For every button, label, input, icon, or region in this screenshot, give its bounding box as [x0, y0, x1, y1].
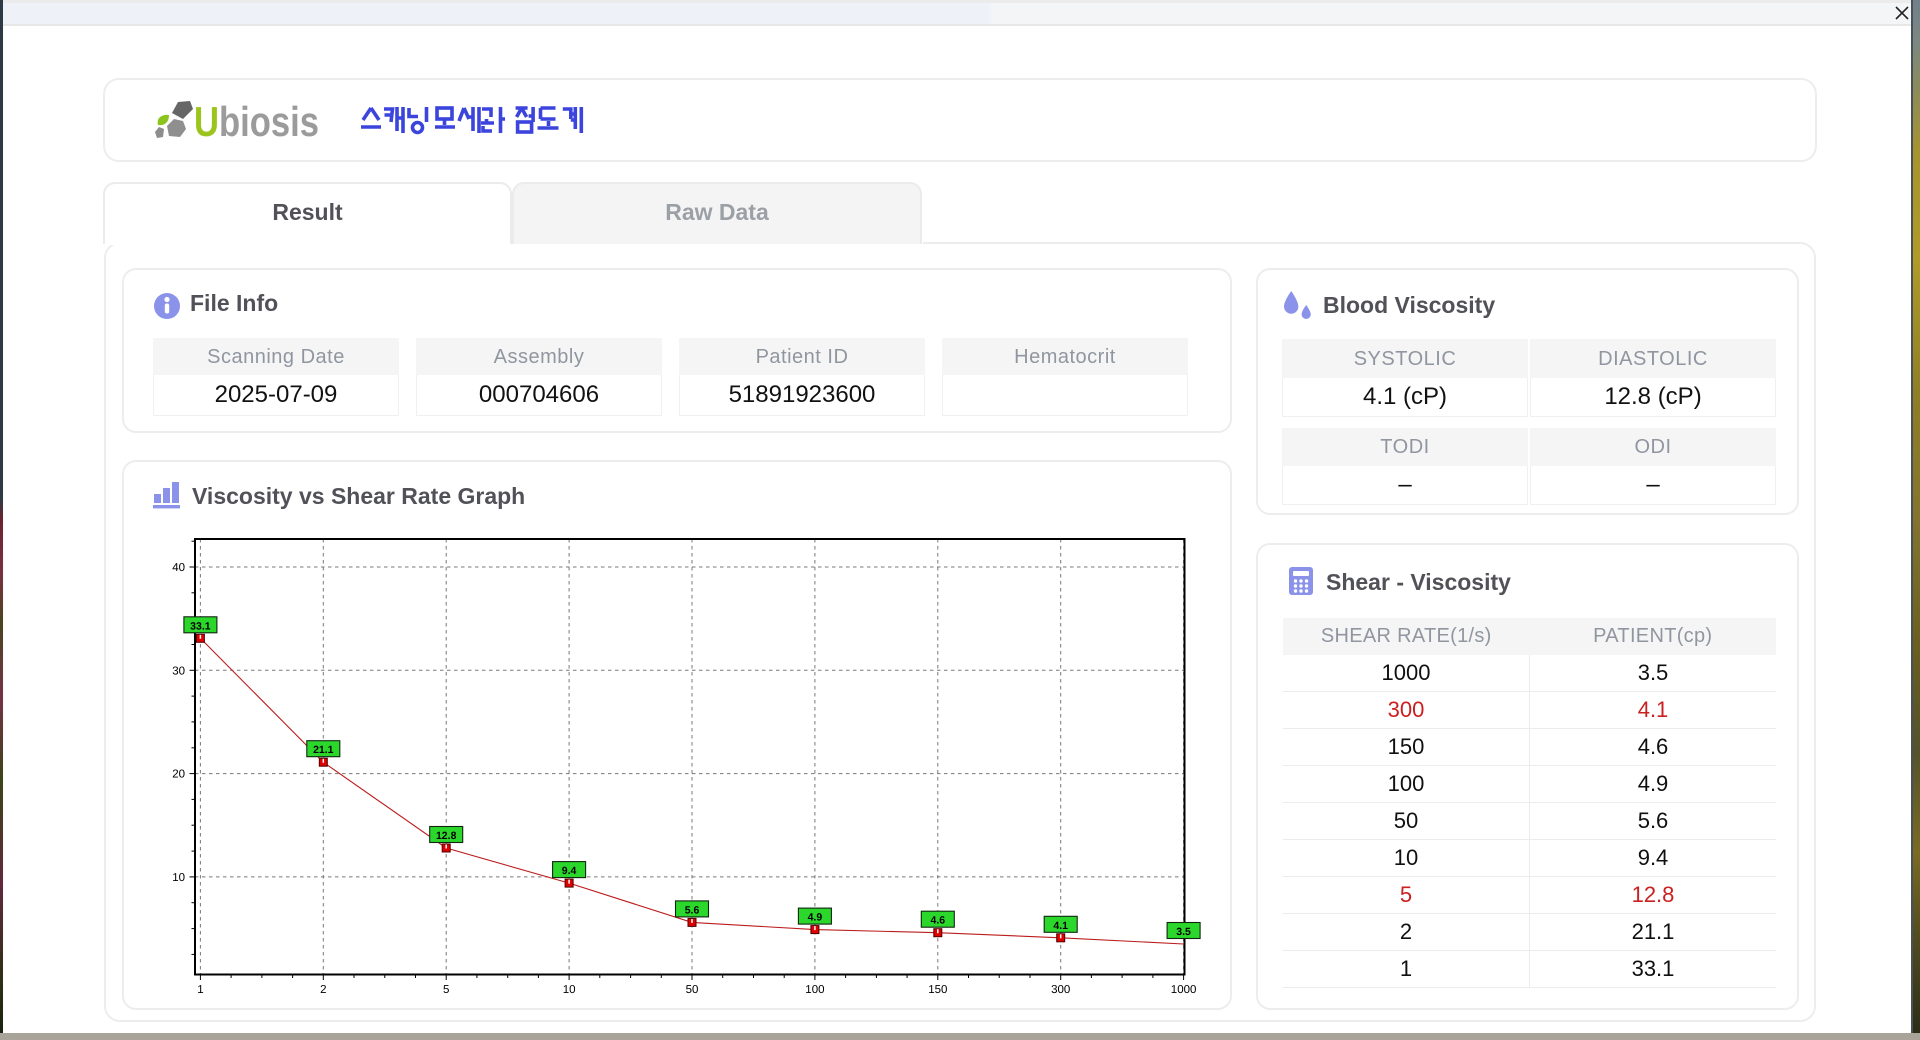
- svg-text:4.9: 4.9: [808, 912, 823, 924]
- svg-text:20: 20: [172, 769, 185, 781]
- svg-text:4.1: 4.1: [1053, 920, 1068, 932]
- svg-text:12.8: 12.8: [436, 830, 457, 842]
- svg-text:Ubiosis: Ubiosis: [194, 98, 319, 145]
- svg-text:40: 40: [172, 562, 185, 574]
- svg-text:30: 30: [172, 665, 185, 677]
- svg-text:4.6: 4.6: [930, 915, 945, 927]
- svg-text:300: 300: [1051, 984, 1070, 996]
- svg-text:21.1: 21.1: [313, 744, 334, 756]
- svg-text:2: 2: [320, 984, 326, 996]
- svg-text:33.1: 33.1: [190, 620, 211, 632]
- svg-text:5.6: 5.6: [685, 904, 700, 916]
- svg-text:50: 50: [686, 984, 699, 996]
- svg-text:150: 150: [928, 984, 947, 996]
- svg-text:3.5: 3.5: [1176, 926, 1191, 938]
- svg-text:9.4: 9.4: [562, 865, 577, 877]
- svg-text:1000: 1000: [1171, 984, 1197, 996]
- svg-text:5: 5: [443, 984, 449, 996]
- svg-text:100: 100: [805, 984, 824, 996]
- svg-text:1: 1: [197, 984, 203, 996]
- svg-text:10: 10: [563, 984, 576, 996]
- svg-text:10: 10: [172, 872, 185, 884]
